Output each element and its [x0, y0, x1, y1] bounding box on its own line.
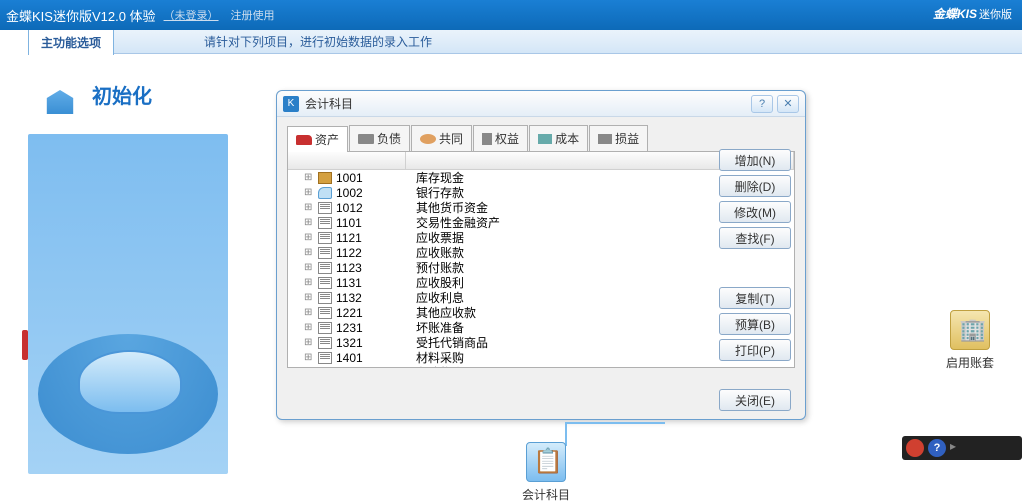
- section-initialize[interactable]: 初始化: [28, 54, 238, 134]
- account-code: 1231: [336, 321, 416, 335]
- row-icon: [318, 352, 332, 364]
- tab-损益[interactable]: 损益: [589, 125, 648, 151]
- expand-icon[interactable]: ⊞: [304, 247, 314, 258]
- cube-icon: [38, 74, 82, 114]
- tab-权益[interactable]: 权益: [473, 125, 528, 151]
- accounts-icon: [526, 442, 566, 482]
- dialog-title: 会计科目: [305, 95, 747, 112]
- expand-icon[interactable]: ⊞: [304, 172, 314, 183]
- tab-icon: [420, 134, 436, 144]
- tab-资产[interactable]: 资产: [287, 126, 348, 152]
- add-button[interactable]: 增加(N): [719, 149, 791, 171]
- account-code: 1131: [336, 276, 416, 290]
- row-icon: [318, 217, 332, 229]
- login-link[interactable]: （未登录）: [164, 7, 219, 23]
- account-code: 1002: [336, 186, 416, 200]
- account-code: 1402: [336, 366, 416, 368]
- expand-icon[interactable]: ⊞: [304, 277, 314, 288]
- account-code: 1401: [336, 351, 416, 365]
- account-code: 1132: [336, 291, 416, 305]
- illustration-teacup: [28, 134, 228, 474]
- account-code: 1101: [336, 216, 416, 230]
- dialog-close-button[interactable]: 关闭(E): [719, 389, 791, 411]
- dialog-accounts: K 会计科目 ? ✕ 资产负债共同权益成本损益 ⊞1001库存现金⊞1002银行…: [276, 90, 806, 420]
- row-icon: [318, 337, 332, 349]
- row-icon: [318, 172, 332, 184]
- expand-icon[interactable]: ⊞: [304, 322, 314, 333]
- expand-icon[interactable]: ⊞: [304, 187, 314, 198]
- account-code: 1012: [336, 201, 416, 215]
- expand-icon[interactable]: ⊞: [304, 262, 314, 273]
- find-button[interactable]: 查找(F): [719, 227, 791, 249]
- account-code: 1321: [336, 336, 416, 350]
- account-code: 1123: [336, 261, 416, 275]
- enable-icon: [950, 310, 990, 350]
- account-code: 1001: [336, 171, 416, 185]
- dialog-titlebar[interactable]: K 会计科目 ? ✕: [277, 91, 805, 117]
- expand-icon[interactable]: ⊞: [304, 337, 314, 348]
- account-row[interactable]: ⊞1402在途物资: [288, 365, 794, 367]
- close-button[interactable]: ✕: [777, 95, 799, 113]
- tray-icon-help[interactable]: ?: [928, 439, 946, 457]
- edit-button[interactable]: 修改(M): [719, 201, 791, 223]
- tab-icon: [538, 134, 552, 144]
- tab-icon: [482, 133, 492, 145]
- account-code: 1221: [336, 306, 416, 320]
- expand-icon[interactable]: ⊞: [304, 352, 314, 363]
- app-header: 金蝶KIS迷你版V12.0 体验 （未登录） 注册使用 金蝶KIS迷你版: [0, 0, 1022, 30]
- delete-button[interactable]: 删除(D): [719, 175, 791, 197]
- tab-icon: [296, 135, 312, 145]
- row-icon: [318, 187, 332, 199]
- tab-共同[interactable]: 共同: [411, 125, 472, 151]
- button-column: 增加(N) 删除(D) 修改(M) 查找(F) 复制(T) 预算(B) 打印(P…: [719, 149, 791, 361]
- expand-icon[interactable]: ⊞: [304, 217, 314, 228]
- toolbar: 主功能选项 请针对下列项目，进行初始数据的录入工作: [0, 30, 1022, 54]
- tray-chevron-icon[interactable]: ▸: [950, 439, 964, 457]
- hint-text: 请针对下列项目，进行初始数据的录入工作: [204, 33, 432, 50]
- row-icon: [318, 367, 332, 368]
- row-icon: [318, 262, 332, 274]
- app-title: 金蝶KIS迷你版V12.0 体验: [6, 6, 156, 25]
- expand-icon[interactable]: ⊞: [304, 307, 314, 318]
- print-button[interactable]: 打印(P): [719, 339, 791, 361]
- tab-icon: [598, 134, 612, 144]
- account-code: 1122: [336, 246, 416, 260]
- row-icon: [318, 292, 332, 304]
- budget-button[interactable]: 预算(B): [719, 313, 791, 335]
- brand-logo: 金蝶KIS迷你版: [933, 2, 1012, 23]
- expand-icon[interactable]: ⊞: [304, 292, 314, 303]
- row-icon: [318, 307, 332, 319]
- row-icon: [318, 247, 332, 259]
- tab-成本[interactable]: 成本: [529, 125, 588, 151]
- account-code: 1121: [336, 231, 416, 245]
- expand-icon[interactable]: ⊞: [304, 202, 314, 213]
- dialog-icon: K: [283, 96, 299, 112]
- row-icon: [318, 202, 332, 214]
- row-icon: [318, 232, 332, 244]
- row-icon: [318, 322, 332, 334]
- tab-icon: [358, 134, 374, 144]
- tab-负债[interactable]: 负债: [349, 125, 410, 151]
- main-func-tab[interactable]: 主功能选项: [28, 29, 114, 55]
- tabs: 资产负债共同权益成本损益: [287, 125, 795, 152]
- help-button[interactable]: ?: [751, 95, 773, 113]
- account-name: 在途物资: [416, 364, 464, 367]
- tray-icon-1[interactable]: [906, 439, 924, 457]
- expand-icon[interactable]: ⊞: [304, 232, 314, 243]
- flow-enable[interactable]: 启用账套: [946, 310, 994, 371]
- tray: ? ▸: [902, 436, 1022, 460]
- flow-accounts[interactable]: 会计科目: [522, 442, 570, 503]
- register-link[interactable]: 注册使用: [231, 7, 275, 23]
- section-title: 初始化: [92, 80, 152, 109]
- row-icon: [318, 277, 332, 289]
- copy-button[interactable]: 复制(T): [719, 287, 791, 309]
